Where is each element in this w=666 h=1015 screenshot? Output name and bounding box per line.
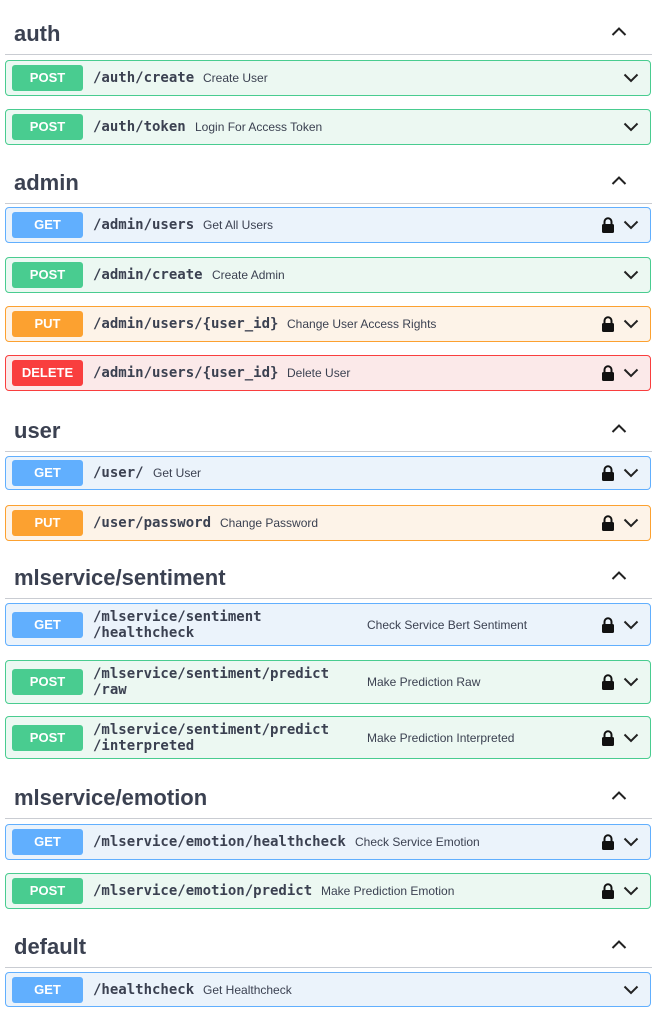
lock-icon[interactable]	[601, 674, 615, 690]
expand-chevron-down-icon[interactable]	[623, 73, 639, 83]
endpoint-row-post[interactable]: POST/mlservice/sentiment/predict /raw Mak…	[5, 660, 651, 704]
endpoint-row-delete[interactable]: DELETE/admin/users/{user_id} Delete User	[5, 355, 651, 391]
expand-chevron-down-icon[interactable]	[623, 837, 639, 847]
endpoint-path: /admin/users	[93, 217, 195, 233]
method-badge: POST	[12, 878, 83, 904]
endpoint-summary: Get User	[153, 466, 202, 480]
endpoint-row-put[interactable]: PUT/admin/users/{user_id} Change User Acc…	[5, 306, 651, 342]
expand-chevron-down-icon[interactable]	[623, 220, 639, 230]
endpoint-path: /user/password	[93, 515, 212, 531]
endpoint-summary: Login For Access Token	[195, 120, 323, 134]
endpoint-path: /admin/create	[93, 267, 203, 283]
endpoint-summary: Get All Users	[203, 218, 274, 232]
endpoint-path: /healthcheck	[93, 982, 195, 998]
endpoint-path: /mlservice/emotion/healthcheck	[93, 834, 346, 850]
endpoint-path: /mlservice/sentiment/predict /interprete…	[93, 722, 330, 754]
endpoint-row-post[interactable]: POST/mlservice/emotion/predict Make Predi…	[5, 873, 651, 909]
expand-chevron-down-icon[interactable]	[623, 270, 639, 280]
method-badge: POST	[12, 114, 83, 140]
method-badge: GET	[12, 460, 83, 486]
expand-chevron-down-icon[interactable]	[623, 468, 639, 478]
collapse-chevron-up-icon[interactable]	[611, 175, 627, 187]
expand-chevron-down-icon[interactable]	[623, 677, 639, 687]
section-header-default[interactable]: default	[5, 919, 652, 968]
section-title: mlservice/sentiment	[14, 565, 226, 590]
endpoint-row-post[interactable]: POST/auth/create Create User	[5, 60, 651, 96]
method-badge: GET	[12, 212, 83, 238]
lock-icon[interactable]	[601, 365, 615, 381]
section-header-mlservice-sentiment[interactable]: mlservice/sentiment	[5, 550, 652, 599]
endpoint-path: /admin/users/{user_id}	[93, 365, 279, 381]
endpoint-summary: Make Prediction Raw	[367, 675, 481, 689]
endpoint-summary: Get Healthcheck	[203, 983, 292, 997]
lock-icon[interactable]	[601, 617, 615, 633]
endpoint-row-post[interactable]: POST/mlservice/sentiment/predict /interp…	[5, 716, 651, 759]
endpoint-summary: Create User	[203, 71, 268, 85]
collapse-chevron-up-icon[interactable]	[611, 26, 627, 38]
section-title: admin	[14, 170, 79, 195]
endpoint-path: /auth/create	[93, 70, 195, 86]
method-badge: GET	[12, 612, 83, 638]
endpoint-summary: Change Password	[220, 516, 319, 530]
endpoint-path: /mlservice/sentiment/predict /raw	[93, 666, 330, 698]
lock-icon[interactable]	[601, 316, 615, 332]
method-badge: POST	[12, 669, 83, 695]
lock-icon[interactable]	[601, 465, 615, 481]
lock-icon[interactable]	[601, 883, 615, 899]
collapse-chevron-up-icon[interactable]	[611, 570, 627, 582]
expand-chevron-down-icon[interactable]	[623, 620, 639, 630]
endpoint-row-put[interactable]: PUT/user/password Change Password	[5, 505, 651, 541]
lock-icon[interactable]	[601, 515, 615, 531]
endpoint-row-get[interactable]: GET/healthcheck Get Healthcheck	[5, 972, 651, 1007]
endpoint-summary: Make Prediction Interpreted	[367, 731, 515, 745]
section-header-auth[interactable]: auth	[5, 6, 652, 55]
expand-chevron-down-icon[interactable]	[623, 319, 639, 329]
endpoint-row-get[interactable]: GET/user/Get User	[5, 456, 651, 490]
endpoint-row-get[interactable]: GET/admin/users Get All Users	[5, 207, 651, 243]
section-header-mlservice-emotion[interactable]: mlservice/emotion	[5, 770, 652, 819]
endpoint-path: /user/	[93, 465, 144, 481]
endpoint-summary: Change User Access Rights	[287, 317, 437, 331]
endpoint-summary: Check Service Emotion	[355, 835, 480, 849]
method-badge: POST	[12, 262, 83, 288]
expand-chevron-down-icon[interactable]	[623, 518, 639, 528]
method-badge: PUT	[12, 510, 83, 536]
method-badge: POST	[12, 725, 83, 751]
method-badge: DELETE	[12, 360, 83, 386]
lock-icon[interactable]	[601, 730, 615, 746]
endpoint-row-get[interactable]: GET/mlservice/sentiment /healthcheck Chec…	[5, 603, 651, 646]
section-title: default	[14, 934, 87, 959]
expand-chevron-down-icon[interactable]	[623, 368, 639, 378]
expand-chevron-down-icon[interactable]	[623, 733, 639, 743]
endpoint-path: /mlservice/sentiment /healthcheck	[93, 609, 262, 641]
section-title: auth	[14, 21, 61, 46]
expand-chevron-down-icon[interactable]	[623, 886, 639, 896]
expand-chevron-down-icon[interactable]	[623, 985, 639, 995]
endpoint-summary: Make Prediction Emotion	[321, 884, 455, 898]
endpoint-row-get[interactable]: GET/mlservice/emotion/healthcheck Check S…	[5, 824, 651, 860]
endpoint-path: /admin/users/{user_id}	[93, 316, 279, 332]
lock-icon[interactable]	[601, 834, 615, 850]
method-badge: GET	[12, 977, 83, 1003]
endpoint-path: /auth/token	[93, 119, 186, 135]
method-badge: POST	[12, 65, 83, 91]
section-header-user[interactable]: user	[5, 403, 652, 452]
section-title: mlservice/emotion	[14, 785, 208, 810]
section-header-admin[interactable]: admin	[5, 155, 652, 204]
endpoint-summary: Create Admin	[212, 268, 285, 282]
lock-icon[interactable]	[601, 217, 615, 233]
endpoint-path: /mlservice/emotion/predict	[93, 883, 313, 899]
expand-chevron-down-icon[interactable]	[623, 122, 639, 132]
collapse-chevron-up-icon[interactable]	[611, 423, 627, 435]
collapse-chevron-up-icon[interactable]	[611, 939, 627, 951]
collapse-chevron-up-icon[interactable]	[611, 790, 627, 802]
section-title: user	[14, 418, 61, 443]
endpoint-summary: Delete User	[287, 366, 351, 380]
method-badge: PUT	[12, 311, 83, 337]
endpoint-summary: Check Service Bert Sentiment	[367, 618, 528, 632]
endpoint-row-post[interactable]: POST/auth/token Login For Access Token	[5, 109, 651, 145]
method-badge: GET	[12, 829, 83, 855]
endpoint-row-post[interactable]: POST/admin/create Create Admin	[5, 257, 651, 293]
